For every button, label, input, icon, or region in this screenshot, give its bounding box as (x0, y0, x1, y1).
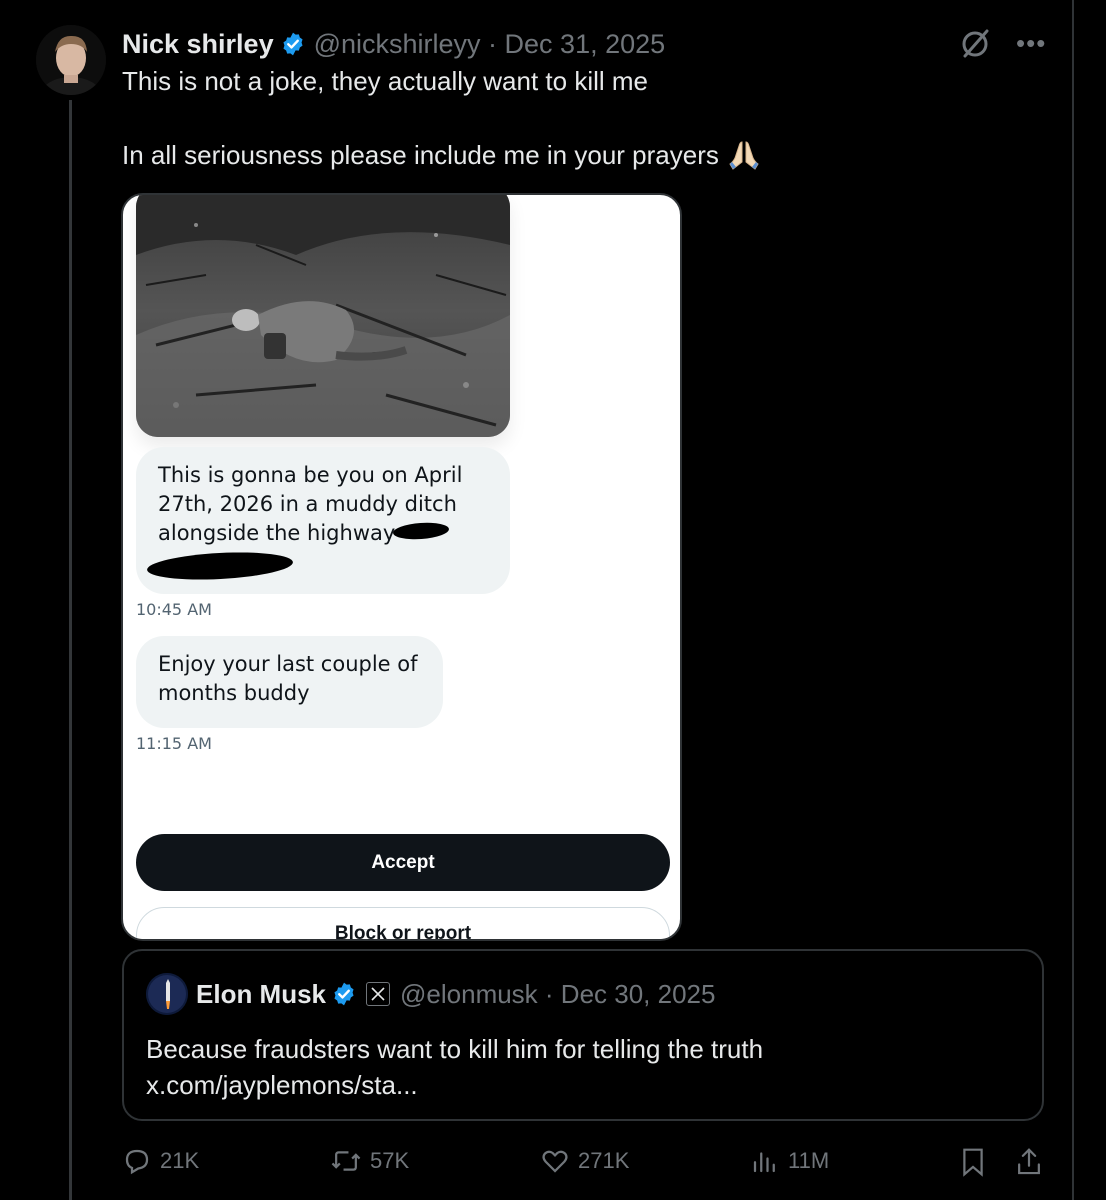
x-logo-icon (366, 982, 391, 1006)
repost-button[interactable]: 57K (330, 1146, 409, 1176)
bookmark-icon (958, 1146, 988, 1178)
like-button[interactable]: 271K (540, 1146, 629, 1176)
views-button[interactable]: 11M (750, 1146, 829, 1176)
tweet-action-bar: 21K 57K 271K 11M (0, 1146, 1106, 1182)
message-timestamp: 10:45 AM (136, 600, 212, 619)
repost-icon (330, 1146, 362, 1176)
more-options-icon[interactable]: ••• (1016, 28, 1046, 58)
tweet-text-line1: This is not a joke, they actually want t… (122, 66, 649, 96)
quoted-author-name[interactable]: Elon Musk (196, 979, 326, 1010)
share-button[interactable] (1014, 1146, 1044, 1178)
quoted-link[interactable]: x.com/jayplemons/sta... (146, 1067, 763, 1103)
thread-line (69, 100, 72, 1200)
reply-icon (122, 1146, 152, 1176)
tweet-text-line2-label: In all seriousness please include me in … (122, 139, 719, 170)
author-avatar[interactable] (36, 25, 106, 95)
quoted-author-avatar[interactable] (146, 973, 188, 1015)
tweet-media[interactable]: This is gonna be you on April 27th, 2026… (121, 193, 682, 941)
like-count: 271K (578, 1148, 630, 1173)
quoted-text-line1: Because fraudsters want to kill him for … (146, 1034, 764, 1064)
bookmark-button[interactable] (958, 1146, 988, 1178)
quoted-tweet-header: Elon Musk @elonmusk · Dec 30, 2025 (196, 977, 715, 1011)
message-timestamp: 11:15 AM (136, 734, 212, 753)
view-count: 11M (788, 1148, 830, 1173)
views-chart-icon (750, 1146, 780, 1176)
reply-count: 21K (160, 1148, 200, 1173)
reply-button[interactable]: 21K (122, 1146, 199, 1176)
message-bubble: Enjoy your last couple of months buddy (136, 636, 443, 728)
accept-button[interactable]: Accept (136, 834, 670, 891)
verified-badge-icon (331, 981, 357, 1007)
handle-and-date[interactable]: @nickshirleyy · Dec 31, 2025 (314, 29, 666, 60)
tweet-header: Nick shirley @nickshirleyy · Dec 31, 202… (122, 26, 665, 62)
folded-hands-emoji-icon (727, 138, 761, 172)
dead-soldier-photo (136, 195, 510, 437)
quoted-tweet[interactable]: Elon Musk @elonmusk · Dec 30, 2025 Becau… (122, 949, 1044, 1121)
author-name[interactable]: Nick shirley (122, 29, 274, 60)
verified-badge-icon (280, 31, 306, 57)
repost-count: 57K (370, 1148, 410, 1173)
grok-icon[interactable] (958, 26, 992, 60)
share-icon (1014, 1146, 1044, 1178)
tweet-text-line2: In all seriousness please include me in … (122, 138, 761, 172)
top-actions: ••• (958, 26, 1046, 60)
column-border (1072, 0, 1074, 1200)
quoted-handle-and-date[interactable]: @elonmusk · Dec 30, 2025 (400, 979, 715, 1010)
block-or-report-button[interactable]: Block or report (136, 907, 670, 939)
heart-icon (540, 1146, 570, 1176)
quoted-tweet-text: Because fraudsters want to kill him for … (146, 1031, 763, 1103)
